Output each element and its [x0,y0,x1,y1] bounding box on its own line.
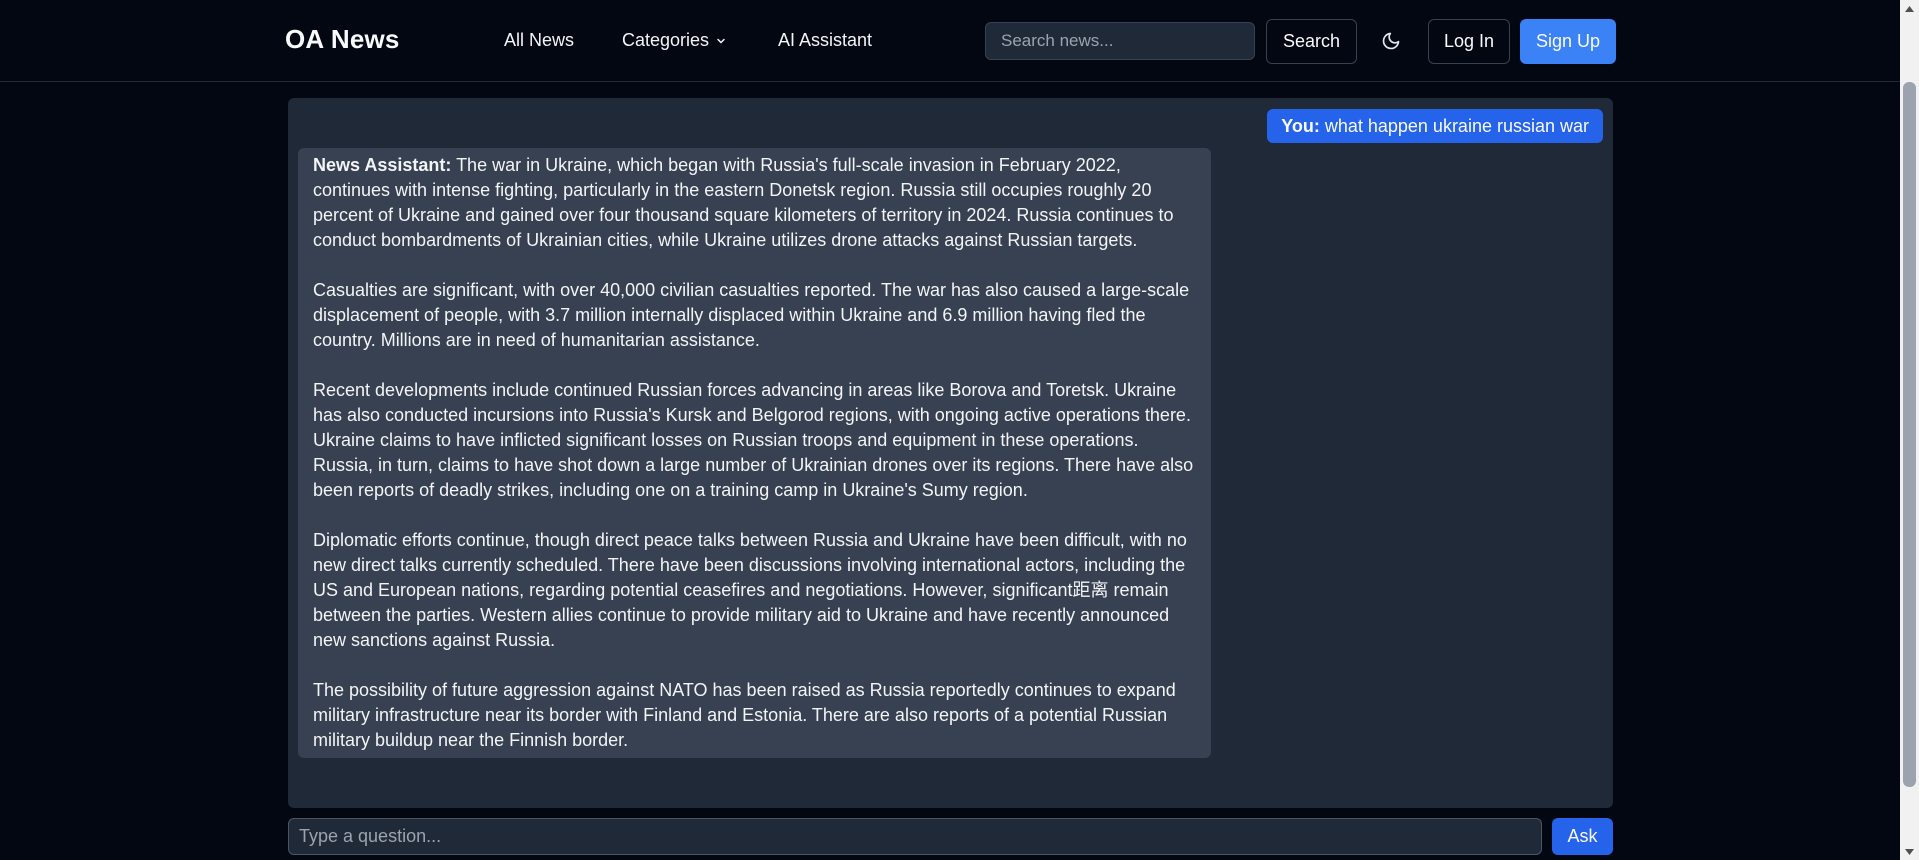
vertical-scrollbar[interactable] [1900,0,1919,860]
assistant-paragraph: Casualties are significant, with over 40… [313,280,1190,350]
assistant-message-bubble: News Assistant: The war in Ukraine, whic… [298,148,1211,758]
user-speaker-label: You: [1281,115,1320,136]
login-button[interactable]: Log In [1428,19,1510,64]
signup-button[interactable]: Sign Up [1520,19,1616,64]
nav-ai-assistant[interactable]: AI Assistant [778,30,872,51]
chevron-down-icon [717,38,725,43]
assistant-paragraph: Recent developments include continued Ru… [313,380,1194,500]
theme-toggle-button[interactable] [1372,22,1410,60]
assistant-paragraph: The possibility of future aggression aga… [313,680,1176,750]
search-input[interactable] [985,22,1255,60]
question-input[interactable] [288,818,1542,855]
nav-all-news[interactable]: All News [504,30,574,51]
search-button[interactable]: Search [1266,19,1357,64]
assistant-speaker-label: News Assistant: [313,155,452,175]
assistant-paragraph: News Assistant: The war in Ukraine, whic… [313,153,1196,253]
assistant-paragraph: Diplomatic efforts continue, though dire… [313,530,1187,650]
user-message-text: what happen ukraine russian war [1324,115,1589,136]
chat-panel: You: what happen ukraine russian war New… [288,98,1613,808]
brand-logo[interactable]: OA News [285,24,400,55]
nav-categories-label: Categories [622,30,710,50]
scroll-down-arrow-icon[interactable] [1900,843,1919,860]
moon-icon [1382,32,1400,50]
top-navbar: OA News All News Categories AI Assistant… [0,0,1900,82]
ask-button[interactable]: Ask [1552,818,1613,855]
scrollbar-thumb[interactable] [1903,82,1916,787]
scroll-up-arrow-icon[interactable] [1900,0,1919,17]
user-message-bubble: You: what happen ukraine russian war [1267,109,1603,143]
nav-categories-dropdown[interactable]: Categories [622,30,727,51]
